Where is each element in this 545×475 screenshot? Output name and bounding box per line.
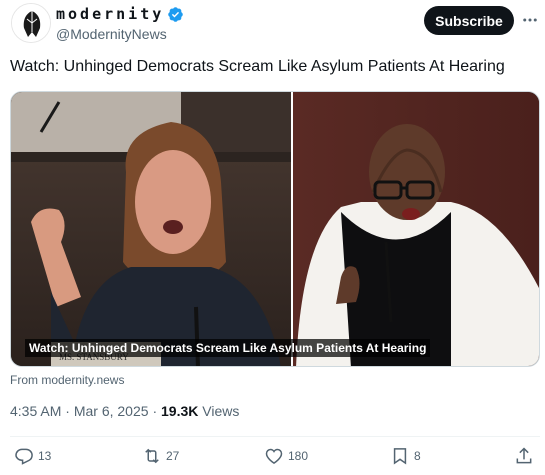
display-name[interactable]: modernity <box>56 5 164 23</box>
tweet-header: modernity @ModernityNews Subscribe <box>0 0 545 50</box>
reply-count: 13 <box>38 449 52 463</box>
reply-icon <box>15 448 33 465</box>
subscribe-button[interactable]: Subscribe <box>424 6 514 35</box>
handle[interactable]: @ModernityNews <box>56 26 167 42</box>
views-label: Views <box>202 403 240 419</box>
tweet-time[interactable]: 4:35 AM <box>10 403 61 419</box>
more-options-icon <box>523 18 537 22</box>
tweet-date[interactable]: Mar 6, 2025 <box>74 403 149 419</box>
repost-count: 27 <box>166 449 180 463</box>
media-caption: Watch: Unhinged Democrats Scream Like As… <box>25 339 431 357</box>
action-bar: 13 27 180 8 <box>0 446 545 472</box>
share-button[interactable] <box>514 446 534 466</box>
tweet-text: Watch: Unhinged Democrats Scream Like As… <box>10 58 505 75</box>
verified-badge-icon[interactable] <box>167 6 184 23</box>
meta-separator: · <box>152 403 158 419</box>
repost-button[interactable]: 27 <box>142 446 179 466</box>
like-count: 180 <box>288 449 309 463</box>
like-button[interactable]: 180 <box>264 446 308 466</box>
avatar[interactable] <box>11 3 51 43</box>
avatar-logo-icon <box>12 4 50 42</box>
bookmark-button[interactable]: 8 <box>390 446 421 466</box>
meta-separator: · <box>65 403 70 419</box>
tweet-media[interactable]: MS. STANSBURY <box>10 91 540 367</box>
more-options-button[interactable] <box>520 10 540 30</box>
name-row: modernity <box>56 5 184 23</box>
views-count: 19.3K <box>161 403 199 419</box>
source-link[interactable]: From modernity.news <box>10 373 124 387</box>
media-thumbnail: MS. STANSBURY <box>11 92 539 366</box>
repost-icon <box>145 448 159 464</box>
like-icon <box>265 448 283 464</box>
bookmark-count: 8 <box>414 449 421 463</box>
reply-button[interactable]: 13 <box>14 446 51 466</box>
bookmark-icon <box>393 448 407 465</box>
divider <box>10 436 540 437</box>
share-icon <box>516 447 532 464</box>
tweet-meta: 4:35 AM · Mar 6, 2025 · 19.3K Views <box>10 403 239 419</box>
